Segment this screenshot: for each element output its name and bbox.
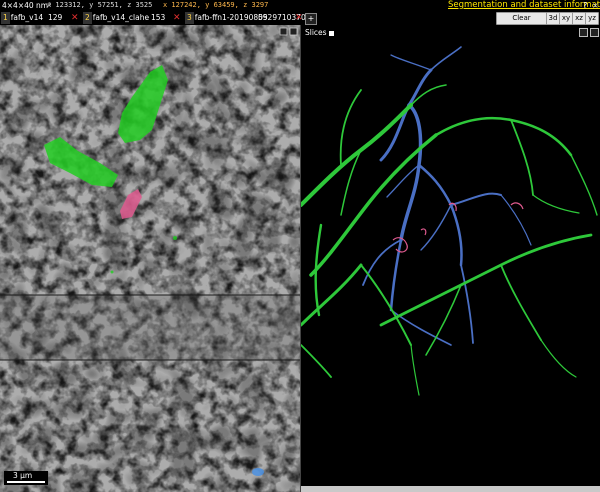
layer-value: 129 [48,13,63,22]
help-icon[interactable]: ? [583,0,587,11]
slices-checkbox[interactable] [328,30,334,36]
maximize-panel-icon[interactable] [579,28,588,37]
layout-panel-icon[interactable] [590,28,599,37]
layout-xz-button[interactable]: xz [572,12,586,25]
blue-segment-overlay[interactable] [252,468,264,476]
layer-name: fafb_v14_clahe [92,13,150,22]
dataset-info-link[interactable]: Segmentation and dataset information [448,0,600,11]
slices-label: Slices [305,28,327,37]
em-image [0,25,300,492]
layer-value: 153 [151,13,166,22]
layer-index: 2 [83,12,92,24]
scale-bar: 3 µm [4,471,48,485]
layer-index: 1 [1,12,10,24]
layer-tab-2[interactable]: 2 fafb_v14_clahe 153 ✕ [83,12,184,24]
layer-tab-1[interactable]: 1 fafb_v14 129 ✕ [1,12,83,24]
green-neuron [301,84,598,396]
3d-view[interactable]: Slices [301,25,600,486]
clear-segments-button[interactable]: Clear segments [496,12,547,33]
bottom-status-strip [301,486,600,492]
layer-index: 3 [185,12,194,24]
close-icon[interactable]: × [592,0,599,11]
remove-layer-icon[interactable]: ✕ [173,12,181,24]
add-layer-button[interactable]: + [305,13,317,25]
blue-neuron [362,46,532,346]
scale-label: 3 µm [13,471,33,480]
remove-layer-icon[interactable]: ✕ [295,12,303,24]
slice-band [0,295,300,360]
voxel-resolution: 4×4×40 nm³ [2,1,52,10]
top-bar: 4×4×40 nm³ x 123312, y 57251, z 3525 x 1… [0,0,600,11]
scale-bar-line [7,481,45,483]
em-slice-view[interactable]: 3 µm [0,25,300,492]
layout-3d-button[interactable]: 3d [546,12,560,25]
layer-name: fafb_v14 [10,13,44,22]
remove-layer-icon[interactable]: ✕ [71,12,79,24]
layout-xy-button[interactable]: xy [559,12,573,25]
3d-neuron-render [301,46,598,396]
slices-toggle[interactable]: Slices [305,28,334,37]
layout-yz-button[interactable]: yz [585,12,599,25]
layer-name: fafb-ffn1-20190805 [194,13,268,22]
mouse-coordinates: x 127242, y 63459, z 3297 [163,1,269,9]
position-coordinates[interactable]: x 123312, y 57251, z 3525 [47,0,152,11]
layer-tab-3[interactable]: 3 fafb-ffn1-20190805 5929710370 ✕ [185,12,306,24]
